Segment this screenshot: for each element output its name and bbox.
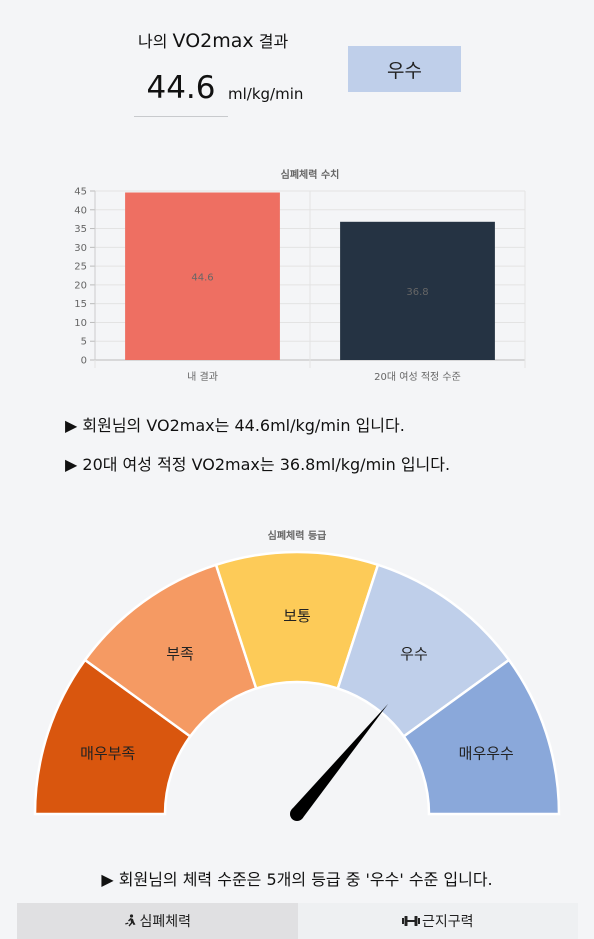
gauge-label: 매우우수 [459,745,514,763]
tab-cardio[interactable]: 심폐체력 [17,903,298,939]
y-tick-label: 10 [74,318,87,329]
vo2max-unit: ml/kg/min [228,85,304,103]
y-tick-label: 15 [74,299,87,310]
title-prefix: 나의 [138,32,168,51]
y-tick-label: 20 [74,280,87,291]
info-my-vo2max: ▶ 회원님의 VO2max는 44.6ml/kg/min 입니다. [65,416,405,435]
gauge-needle-hub [290,807,304,821]
y-tick-label: 5 [81,337,87,348]
y-tick-label: 30 [74,243,87,254]
gauge-title: 심폐체력 등급 [268,529,327,542]
dumbbell-icon [401,915,420,927]
y-tick-label: 40 [74,205,87,216]
grade-summary: ▶ 회원님의 체력 수준은 5개의 등급 중 '우수' 수준 입니다. [101,870,493,889]
gauge-label: 우수 [400,645,428,663]
grade-badge: 우수 [348,46,461,92]
fitness-grade-gauge: 심폐체력 등급매우부족 부족 보통우수매우우수 [0,520,594,840]
tab-muscular-endurance-label: 근지구력 [421,914,474,930]
x-tick-label: 20대 여성 적정 수준 [374,371,461,383]
tab-cardio-label: 심폐체력 [139,914,192,930]
bar-chart-title: 심폐체력 수치 [281,168,340,181]
gauge-label: 부족 [166,645,194,663]
gauge-label: 보통 [283,607,311,625]
bar-value-label: 44.6 [191,272,213,283]
gauge-svg: 심폐체력 등급매우부족 부족 보통우수매우우수 [33,529,561,821]
title-suffix: 결과 [258,32,289,51]
y-tick-label: 0 [81,356,87,367]
gauge-needle [291,703,389,819]
bar-value-label: 36.8 [406,287,428,298]
x-tick-label: 내 결과 [187,371,218,383]
y-tick-label: 35 [74,224,87,235]
tab-muscular-endurance[interactable]: 근지구력 [298,903,579,939]
vo2max-value: 44.6 [134,66,228,117]
title-vo2max: VO2max [172,30,254,52]
y-tick-label: 45 [74,187,87,198]
info-standard-vo2max: ▶ 20대 여성 적정 VO2max는 36.8ml/kg/min 입니다. [65,455,451,474]
bar-chart-svg: 심폐체력 수치 0 5 10 15 20 25 30 35 40 45 44.6 내 결과 36.8 20대… [74,168,526,383]
y-tick-label: 25 [74,262,87,273]
running-icon [123,914,137,928]
vo2max-bar-chart: 심폐체력 수치 0 5 10 15 20 25 30 35 40 45 44.6 내 결과 36.8 20대… [60,160,535,390]
gauge-label: 매우부족 [80,745,135,763]
bottom-tab-bar: 심폐체력 근지구력 [17,903,578,939]
result-title: 나의 VO2max 결과 [138,28,288,52]
